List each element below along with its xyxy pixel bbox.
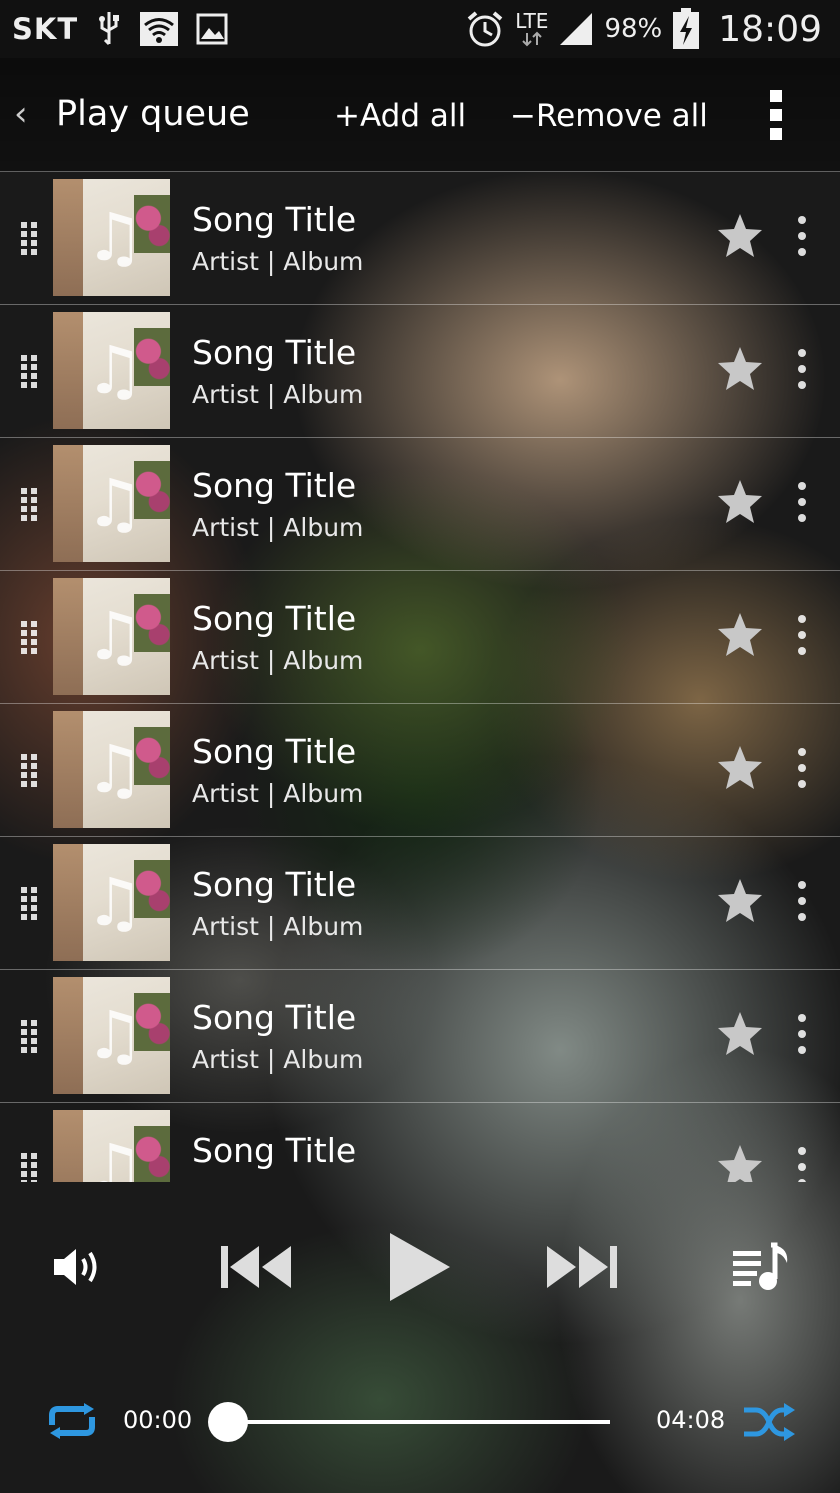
item-more-icon[interactable] [796,615,808,655]
playback-controls [0,1222,840,1312]
volume-icon[interactable] [48,1242,108,1292]
favorite-star-icon[interactable] [716,744,764,792]
status-bar: SKT LTE 98% 18:09 [0,0,840,58]
song-artist-album: Artist | Album [192,912,364,941]
usb-icon [96,10,122,48]
page-title: Play queue [56,94,250,134]
song-artist-album: Artist | Album [192,1178,363,1182]
drag-handle-icon[interactable] [21,488,41,522]
item-more-icon[interactable] [796,349,808,389]
song-artist-album: Artist | Album [192,380,364,409]
song-title: Song Title [192,333,357,372]
gallery-icon [196,13,228,45]
song-title: Song Title [192,466,357,505]
album-art: ♫ [53,977,170,1094]
favorite-star-icon[interactable] [716,611,764,659]
queue-item[interactable]: ♫ Song Title Artist | Album [0,970,840,1103]
drag-handle-icon[interactable] [21,1020,41,1054]
song-artist-album: Artist | Album [192,247,364,276]
queue-header: ‹ Play queue +Add all −Remove all [0,58,840,172]
item-more-icon[interactable] [796,1147,808,1182]
battery-percent: 98% [604,14,663,44]
drag-handle-icon[interactable] [21,621,41,655]
drag-handle-icon[interactable] [21,222,41,256]
next-icon[interactable] [544,1242,620,1292]
queue-item[interactable]: ♫ Song Title Artist | Album [0,305,840,438]
shuffle-icon[interactable] [742,1402,796,1442]
favorite-star-icon[interactable] [716,1010,764,1058]
song-title: Song Title [192,599,357,638]
queue-item[interactable]: ♫ Song Title Artist | Album [0,571,840,704]
seek-track[interactable] [228,1420,610,1424]
drag-handle-icon[interactable] [21,887,41,921]
album-art: ♫ [53,711,170,828]
network-label: LTE [515,9,549,33]
song-title: Song Title [192,865,357,904]
remove-all-button[interactable]: −Remove all [510,98,708,134]
repeat-icon[interactable] [46,1402,98,1440]
favorite-star-icon[interactable] [716,478,764,526]
clock: 18:09 [718,8,822,50]
back-button[interactable]: ‹ [14,94,28,134]
signal-icon [558,11,594,47]
queue-list[interactable]: ♫ Song Title Artist | Album ♫ Song Title Arti… [0,172,840,1182]
album-art: ♫ [53,1110,170,1182]
total-time: 04:08 [656,1406,726,1434]
item-more-icon[interactable] [796,881,808,921]
song-artist-album: Artist | Album [192,646,364,675]
album-art: ♫ [53,844,170,961]
item-more-icon[interactable] [796,1014,808,1054]
favorite-star-icon[interactable] [716,1143,764,1182]
song-artist-album: Artist | Album [192,779,364,808]
song-title: Song Title [192,998,357,1037]
lte-icon: LTE [515,11,548,47]
carrier-label: SKT [12,12,79,46]
favorite-star-icon[interactable] [716,345,764,393]
wifi-icon [140,12,179,46]
battery-charging-icon [672,8,700,50]
drag-handle-icon[interactable] [21,1153,41,1182]
queue-item[interactable]: ♫ Song Title Artist | Album [0,172,840,305]
item-more-icon[interactable] [796,216,808,256]
seek-thumb[interactable] [208,1402,248,1442]
queue-item[interactable]: ♫ Song Title Artist | Album [0,704,840,837]
previous-icon[interactable] [218,1242,294,1292]
elapsed-time: 00:00 [123,1406,193,1434]
seek-area: 00:00 04:08 [0,1380,840,1460]
album-art: ♫ [53,445,170,562]
favorite-star-icon[interactable] [716,212,764,260]
album-art: ♫ [53,179,170,296]
drag-handle-icon[interactable] [21,355,41,389]
playlist-icon[interactable] [730,1240,794,1294]
overflow-menu-icon[interactable] [762,90,790,140]
song-title: Song Title [192,200,357,239]
item-more-icon[interactable] [796,482,808,522]
drag-handle-icon[interactable] [21,754,41,788]
play-icon[interactable] [384,1230,454,1304]
queue-item[interactable]: ♫ Song Title Artist | Album [0,438,840,571]
alarm-icon [465,9,505,49]
song-artist-album: Artist | Album [192,513,364,542]
album-art: ♫ [53,578,170,695]
song-title: Song Title [192,1131,357,1170]
song-title: Song Title [192,732,357,771]
album-art: ♫ [53,312,170,429]
song-artist-album: Artist | Album [192,1045,364,1074]
favorite-star-icon[interactable] [716,877,764,925]
item-more-icon[interactable] [796,748,808,788]
queue-item[interactable]: ♫ Song Title Artist | Album [0,837,840,970]
queue-item[interactable]: ♫ Song Title Artist | Album [0,1103,840,1182]
add-all-button[interactable]: +Add all [334,98,466,134]
